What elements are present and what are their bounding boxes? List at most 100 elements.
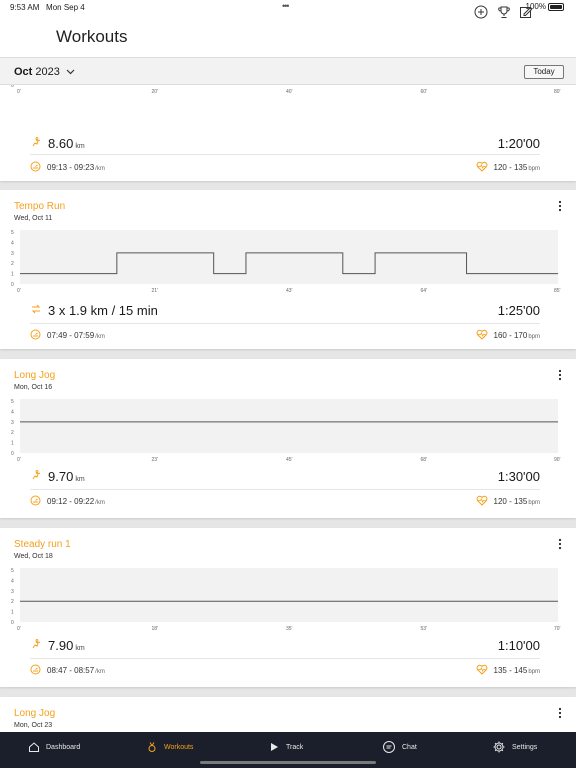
intensity-chart: 2100'20'40'60'80' [11, 85, 561, 95]
y-tick-label: 0 [11, 282, 14, 288]
intensity-chart: 5 4 3 2 1 00' 23' 45' 68' 90' [11, 399, 561, 463]
more-options-icon[interactable] [556, 707, 564, 719]
distance-stat: 9.70 km [30, 469, 85, 484]
x-tick-label: 64' [421, 288, 428, 294]
chat-icon [383, 741, 395, 753]
workout-date: Wed, Oct 11 [14, 215, 53, 222]
x-tick-label: 60' [421, 89, 428, 95]
distance-stat: 7.90 km [30, 638, 85, 653]
y-tick-label: 5 [11, 568, 14, 574]
x-tick-label: 68' [421, 457, 428, 463]
y-tick-label: 0 [11, 451, 14, 457]
speed-icon [30, 161, 41, 174]
plus-circle-icon[interactable] [473, 4, 489, 20]
multitask-dots-icon[interactable]: ••• [282, 1, 290, 11]
chart-plot-area [20, 399, 558, 453]
workout-date: Mon, Oct 23 [14, 722, 53, 729]
edit-icon[interactable] [518, 4, 534, 20]
run-icon [30, 469, 42, 484]
workout-card[interactable]: Long Jog Mon, Oct 16 5 4 3 2 1 0 0' 23' 45' 68' 90… [0, 359, 576, 518]
x-tick-label: 35' [286, 626, 293, 632]
duration: 1:10'00 [497, 638, 540, 653]
workout-title[interactable]: Long Jog [14, 370, 55, 381]
y-tick-label: 4 [11, 409, 14, 415]
workout-title[interactable]: Long Jog [14, 708, 55, 719]
today-button[interactable]: Today [524, 65, 564, 79]
run-icon [30, 136, 42, 151]
x-tick-label: 0' [17, 457, 21, 463]
header: Workouts [0, 5, 576, 57]
medal-icon [148, 742, 156, 752]
interval-stat: 3 x 1.9 km / 15 min [30, 303, 158, 318]
workout-card[interactable]: 2100'20'40'60'80' 8.60km 1:20'00 09:13 -… [0, 85, 576, 181]
workout-title[interactable]: Steady run 1 [14, 539, 71, 550]
x-tick-label: 45' [286, 457, 293, 463]
y-tick-label: 3 [11, 251, 14, 257]
heart-rate-range: 135 - 145bpm [476, 664, 540, 677]
x-tick-label: 70' [554, 626, 561, 632]
x-tick-label: 0' [17, 626, 21, 632]
x-tick-label: 20' [152, 89, 159, 95]
run-icon [30, 638, 42, 653]
more-options-icon[interactable] [556, 538, 564, 550]
tab-workouts[interactable]: Workouts [146, 732, 193, 762]
x-tick-label: 80' [554, 89, 561, 95]
heart-rate-range: 160 - 170bpm [476, 329, 540, 342]
divider [30, 489, 540, 490]
divider [30, 154, 540, 155]
workout-title[interactable]: Tempo Run [14, 201, 65, 212]
tab-chat[interactable]: Chat [382, 732, 417, 762]
x-tick-label: 90' [554, 457, 561, 463]
home-indicator[interactable] [200, 761, 376, 764]
speed-icon [30, 664, 41, 677]
speed-icon [30, 329, 41, 342]
heart-rate-icon [476, 664, 488, 677]
tab-track[interactable]: Track [268, 732, 303, 762]
chart-plot-area [20, 568, 558, 622]
workout-card[interactable]: Tempo Run Wed, Oct 11 5 4 3 2 1 0 0' 21' 43' 64' 8… [0, 190, 576, 349]
trophy-icon[interactable] [496, 4, 512, 20]
divider [30, 323, 540, 324]
y-tick-label: 1 [11, 610, 14, 616]
intensity-chart: 5 4 3 2 1 00' 18' 35' 53' 70' [11, 568, 561, 632]
heart-rate-icon [476, 329, 488, 342]
y-tick-label: 0 [11, 620, 14, 626]
pace-range: 09:12 - 09:22/km [30, 495, 105, 508]
workout-list[interactable]: 2100'20'40'60'80' 8.60km 1:20'00 09:13 -… [0, 85, 576, 732]
duration: 1:25'00 [497, 303, 540, 318]
duration: 1:30'00 [497, 469, 540, 484]
more-options-icon[interactable] [556, 200, 564, 212]
page-title: Workouts [56, 27, 128, 46]
pace-range: 08:47 - 08:57/km [30, 664, 105, 677]
tab-settings[interactable]: Settings [492, 732, 537, 762]
x-tick-label: 21' [152, 288, 159, 294]
y-tick-label: 3 [11, 420, 14, 426]
month-selector[interactable]: Oct 2023 [14, 66, 75, 78]
intensity-chart: 5 4 3 2 1 00' 21' 43' 64' 85' [11, 230, 561, 294]
x-tick-label: 43' [286, 288, 293, 294]
pace-range: 07:49 - 07:59/km [30, 329, 105, 342]
y-tick-label: 5 [11, 230, 14, 236]
heart-rate-icon [476, 495, 488, 508]
y-tick-label: 1 [11, 272, 14, 278]
workout-date: Mon, Oct 16 [14, 384, 53, 391]
workout-card[interactable]: Long Jog Mon, Oct 23 [0, 697, 576, 732]
tab-dashboard[interactable]: Dashboard [28, 732, 80, 762]
heart-rate-range: 120 - 135bpm [476, 161, 540, 174]
chevron-down-icon [66, 69, 75, 75]
more-options-icon[interactable] [556, 369, 564, 381]
divider [30, 658, 540, 659]
duration: 1:20'00 [497, 136, 540, 151]
distance-stat: 8.60 km [30, 136, 85, 151]
workout-card[interactable]: Steady run 1 Wed, Oct 18 5 4 3 2 1 0 0' 18' 35' 5… [0, 528, 576, 687]
y-tick-label: 2 [11, 599, 14, 605]
month-selector-bar: Oct 2023 Today [0, 57, 576, 85]
status-bar: 9:53 AM Mon Sep 4 ••• 100% [0, 0, 576, 16]
heart-rate-range: 120 - 135bpm [476, 495, 540, 508]
workout-date: Wed, Oct 18 [14, 553, 53, 560]
x-tick-label: 85' [554, 288, 561, 294]
y-tick-label: 4 [11, 578, 14, 584]
y-tick-label: 2 [11, 430, 14, 436]
y-tick-label: 3 [11, 589, 14, 595]
battery-icon [548, 2, 564, 11]
